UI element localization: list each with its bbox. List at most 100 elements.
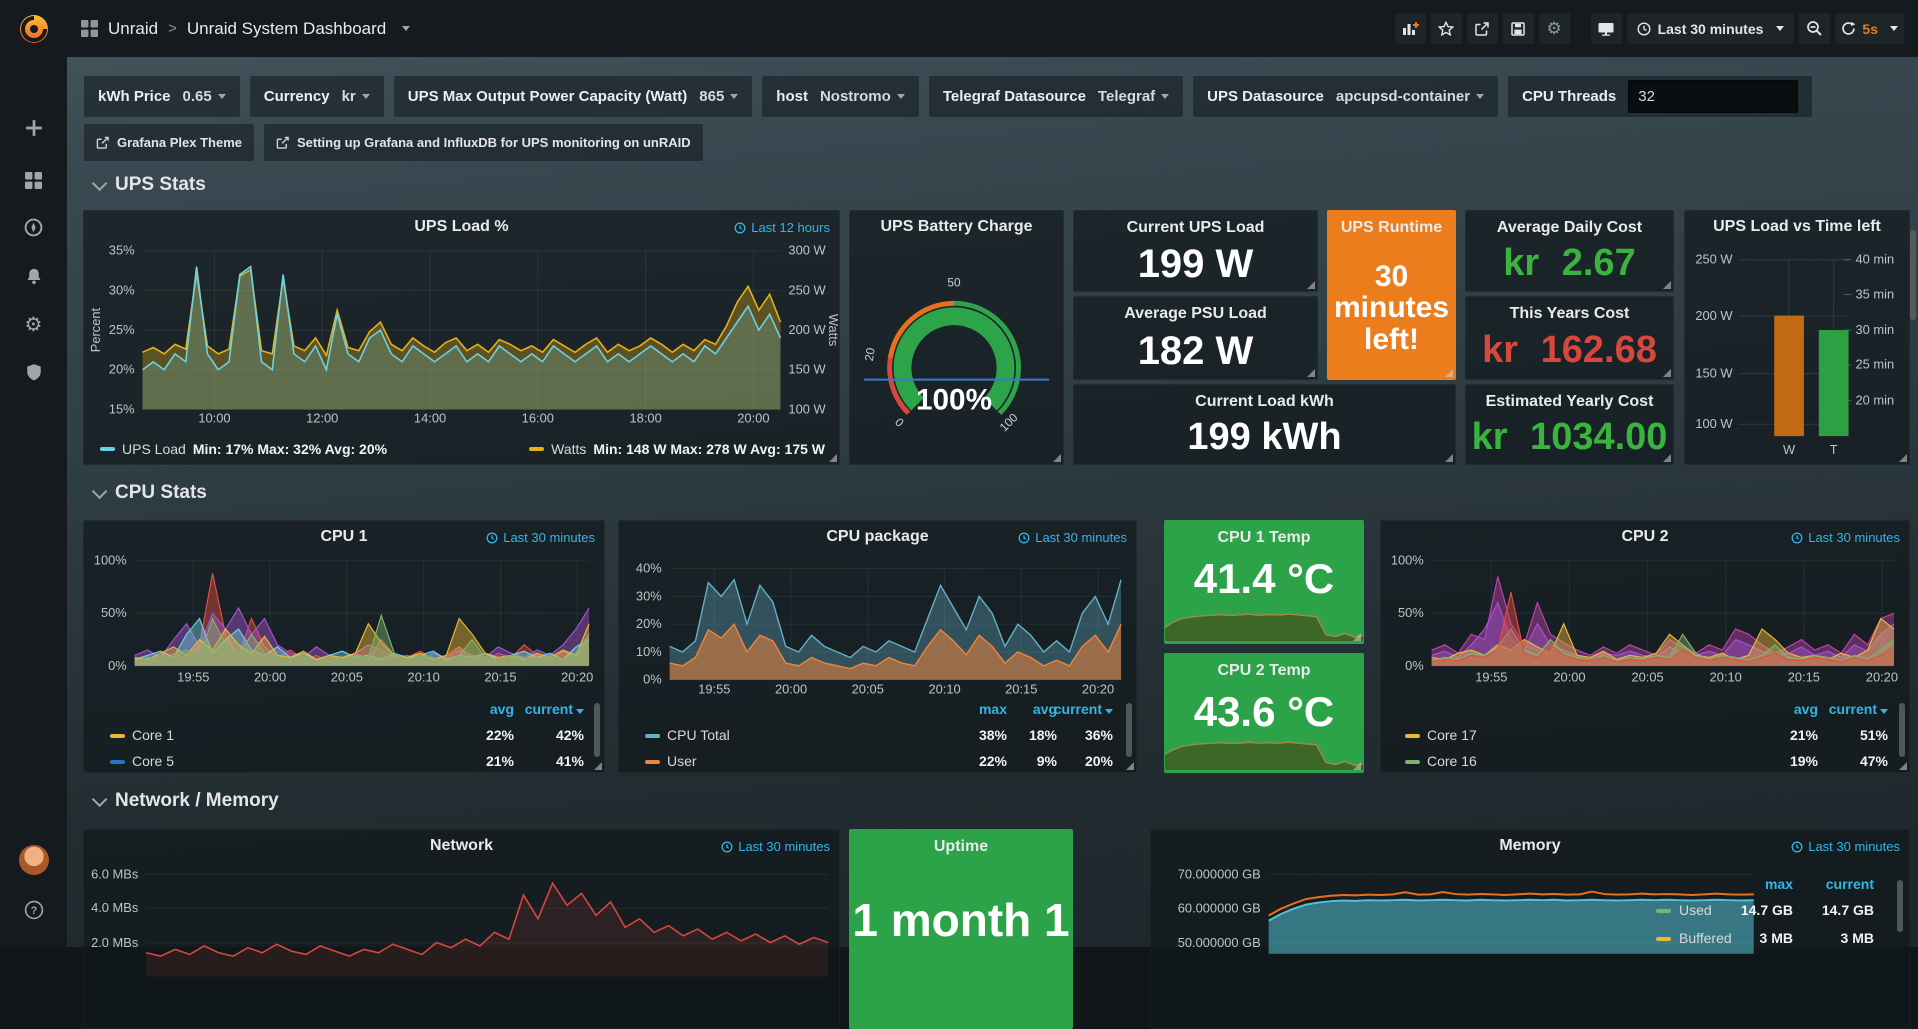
panel-resize-handle[interactable] (1445, 454, 1453, 462)
link-grafana-plex-theme[interactable]: Grafana Plex Theme (84, 124, 254, 161)
panel-title[interactable]: Current UPS Load (1127, 219, 1265, 237)
link-ups-monitoring-guide[interactable]: Setting up Grafana and InfluxDB for UPS … (264, 124, 703, 161)
panel-title[interactable]: This Years Cost (1510, 305, 1630, 323)
panel-ups-runtime: UPS Runtime 30 minutes left! (1327, 210, 1456, 380)
svg-text:100%: 100% (1391, 553, 1424, 568)
panel-resize-handle[interactable] (1445, 369, 1453, 377)
svg-text:20:05: 20:05 (331, 670, 363, 685)
svg-text:10%: 10% (636, 644, 662, 659)
legend-column-header[interactable]: current (84, 701, 584, 717)
legend-column-header[interactable]: current (1151, 876, 1874, 892)
configuration-gear-icon[interactable]: ⚙ (0, 304, 67, 344)
grafana-logo-icon[interactable] (0, 6, 67, 52)
section-cpu-stats[interactable]: CPU Stats (92, 482, 207, 504)
clock-icon (1637, 22, 1651, 36)
panel-cpu-package: CPU package Last 30 minutes 40%30%20%10%… (618, 520, 1137, 773)
legend-value: 47% (1381, 753, 1888, 769)
panel-title[interactable]: UPS Runtime (1341, 219, 1442, 237)
legend-scrollbar[interactable] (594, 703, 600, 757)
variable-ups-max-output[interactable]: UPS Max Output Power Capacity (Watt) 865 (394, 76, 753, 117)
panel-title[interactable]: CPU 2 Temp (1217, 662, 1310, 680)
legend-scrollbar[interactable] (1126, 703, 1132, 757)
panel-title[interactable]: Average PSU Load (1124, 305, 1267, 323)
panel-this-years-cost: This Years Cost kr 162.68 (1465, 296, 1674, 380)
dashboard-grid-icon (81, 20, 98, 37)
legend-item[interactable]: UPS Load Min: 17% Max: 32% Avg: 20% (100, 441, 387, 457)
svg-text:14:00: 14:00 (414, 410, 446, 425)
cpu-threads-input[interactable] (1628, 80, 1798, 113)
variable-label: Currency (264, 88, 330, 105)
section-network-memory[interactable]: Network / Memory (92, 790, 279, 812)
legend-value: 20% (619, 753, 1113, 769)
help-icon[interactable]: ? (0, 890, 67, 930)
panel-resize-handle[interactable] (1899, 454, 1907, 462)
svg-text:0%: 0% (643, 672, 662, 687)
svg-text:50%: 50% (1398, 605, 1424, 620)
variable-value: kr (342, 88, 370, 105)
legend-name: UPS Load (122, 441, 186, 457)
panel-resize-handle[interactable] (1307, 281, 1315, 289)
panel-resize-handle[interactable] (594, 762, 602, 770)
variable-value: Nostromo (820, 88, 905, 105)
time-range-label: Last 30 minutes (1658, 21, 1764, 37)
time-range-picker[interactable]: Last 30 minutes (1627, 13, 1795, 44)
chevron-down-icon (218, 94, 226, 99)
breadcrumb-dashboard-title[interactable]: Unraid System Dashboard (187, 19, 386, 39)
kiosk-mode-monitor-icon[interactable] (1591, 13, 1622, 44)
svg-text:150 W: 150 W (1695, 366, 1733, 381)
page-scrollbar[interactable] (1910, 230, 1916, 320)
alerting-bell-icon[interactable] (0, 256, 67, 296)
panel-title[interactable]: Estimated Yearly Cost (1486, 393, 1654, 411)
panel-resize-handle[interactable] (829, 454, 837, 462)
sort-caret-icon (576, 709, 584, 714)
star-button[interactable] (1431, 13, 1462, 44)
svg-text:20:10: 20:10 (408, 670, 440, 685)
panel-resize-handle[interactable] (1353, 633, 1361, 641)
legend-item[interactable]: Watts Min: 148 W Max: 278 W Avg: 175 W (529, 441, 825, 457)
variable-kwh-price[interactable]: kWh Price 0.65 (84, 76, 240, 117)
dashboard-title-caret-icon[interactable] (402, 26, 410, 31)
legend-column-header[interactable]: current (1381, 701, 1888, 717)
panel-resize-handle[interactable] (1053, 454, 1061, 462)
svg-text:20:00: 20:00 (254, 670, 286, 685)
variable-currency[interactable]: Currency kr (250, 76, 384, 117)
link-label: Setting up Grafana and InfluxDB for UPS … (297, 135, 691, 150)
panel-resize-handle[interactable] (1307, 369, 1315, 377)
variable-telegraf-datasource[interactable]: Telegraf Datasource Telegraf (929, 76, 1183, 117)
variable-cpu-threads: CPU Threads (1508, 76, 1812, 117)
share-button[interactable] (1467, 13, 1498, 44)
create-icon[interactable] (0, 108, 67, 148)
panel-resize-handle[interactable] (1663, 281, 1671, 289)
panel-resize-handle[interactable] (1663, 454, 1671, 462)
panel-resize-handle[interactable] (1353, 762, 1361, 770)
add-panel-button[interactable] (1395, 13, 1426, 44)
user-avatar[interactable] (0, 840, 67, 880)
panel-resize-handle[interactable] (1126, 762, 1134, 770)
dashboards-icon[interactable] (0, 160, 67, 200)
breadcrumb-app[interactable]: Unraid (108, 19, 158, 39)
variable-host[interactable]: host Nostromo (762, 76, 919, 117)
panel-title[interactable]: Average Daily Cost (1497, 219, 1642, 237)
explore-icon[interactable] (0, 207, 67, 247)
panel-title[interactable]: CPU 1 Temp (1217, 529, 1310, 547)
variable-ups-datasource[interactable]: UPS Datasource apcupsd-container (1193, 76, 1498, 117)
panel-title[interactable]: Current Load kWh (1195, 393, 1334, 411)
panel-resize-handle[interactable] (1663, 369, 1671, 377)
legend-scrollbar[interactable] (1897, 880, 1903, 932)
dashboard-page: ⚙ ? Unraid > Unraid System Dashboard (0, 0, 1918, 947)
zoom-out-button[interactable] (1799, 13, 1830, 44)
dashboard-settings-gear-icon[interactable]: ⚙ (1539, 13, 1570, 44)
section-ups-stats[interactable]: UPS Stats (92, 174, 206, 196)
save-button[interactable] (1503, 13, 1534, 44)
variable-label: Telegraf Datasource (943, 88, 1086, 105)
legend-column-header[interactable]: current (619, 701, 1113, 717)
server-admin-shield-icon[interactable] (0, 352, 67, 392)
panel-title[interactable]: Uptime (934, 838, 988, 856)
memory-legend: maxcurrentUsed14.7 GB14.7 GBBuffered3 MB… (1151, 874, 1909, 954)
template-variables-row: kWh Price 0.65 Currency kr UPS Max Outpu… (84, 76, 1812, 117)
panel-resize-handle[interactable] (1899, 762, 1907, 770)
topbar: Unraid > Unraid System Dashboard ⚙ (67, 0, 1918, 57)
legend-scrollbar[interactable] (1899, 703, 1905, 757)
stat-value: 199 kWh (1187, 411, 1341, 464)
refresh-picker[interactable]: 5s (1835, 13, 1904, 44)
